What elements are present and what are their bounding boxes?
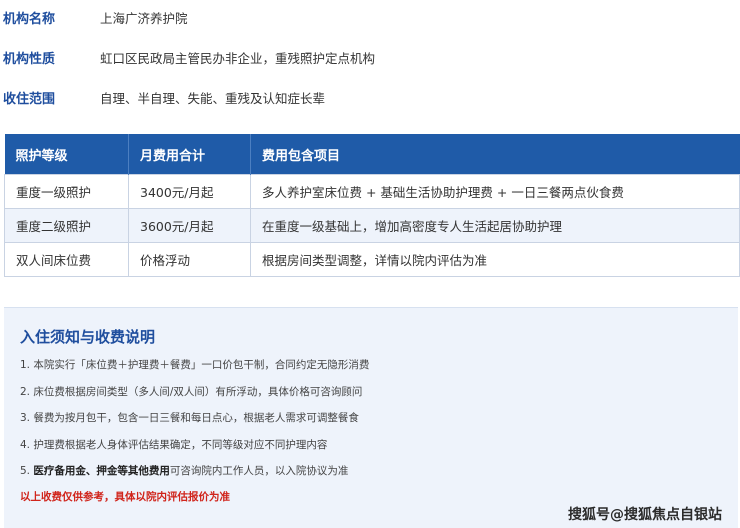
list-item-bold: 医疗备用金、押金等其他费用 xyxy=(33,465,170,477)
price-warning: 以上收费仅供参考，具体以院内评估报价为准 xyxy=(20,491,230,503)
info-label: 机构名称 xyxy=(3,11,56,27)
table-cell: 根据房间类型调整，详情以院内评估为准 xyxy=(250,242,740,277)
info-value: 上海广济养护院 xyxy=(100,10,188,26)
fee-table: 照护等级 月费用合计 费用包含项目 重度一级照护 3400元/月起 多人养护室床… xyxy=(4,134,740,277)
table-cell: 价格浮动 xyxy=(128,242,251,277)
table-cell: 双人间床位费 xyxy=(4,242,129,277)
table-row: 双人间床位费 价格浮动 根据房间类型调整，详情以院内评估为准 xyxy=(4,242,740,277)
table-row: 重度一级照护 3400元/月起 多人养护室床位费 + 基础生活协助护理费 + 一… xyxy=(4,174,740,209)
header-cell: 月费用合计 xyxy=(128,134,251,175)
table-cell: 3400元/月起 xyxy=(128,174,251,209)
info-value: 虹口区民政局主管民办非企业，重残照护定点机构 xyxy=(100,50,376,66)
notice-list: 1. 本院实行「床位费＋护理费＋餐费」一口价包干制，合同约定无隐形消费 2. 床… xyxy=(20,358,369,491)
header-cell: 费用包含项目 xyxy=(250,134,740,175)
table-cell: 在重度一级基础上，增加高密度专人生活起居协助护理 xyxy=(250,208,740,243)
table-cell: 重度二级照护 xyxy=(4,208,129,243)
watermark: 搜狐号@搜狐焦点自银站 xyxy=(568,507,722,523)
header-cell: 照护等级 xyxy=(4,134,129,175)
list-item: 3. 餐费为按月包干，包含一日三餐和每日点心，根据老人需求可调整餐食 xyxy=(20,412,359,424)
info-label: 收住范围 xyxy=(3,91,56,107)
list-item-text: 可咨询院内工作人员，以入院协议为准 xyxy=(169,465,349,477)
table-row: 重度二级照护 3600元/月起 在重度一级基础上，增加高密度专人生活起居协助护理 xyxy=(4,208,740,243)
list-item: 5. 医疗备用金、押金等其他费用可咨询院内工作人员，以入院协议为准 xyxy=(20,464,369,491)
list-item: 4. 护理费根据老人身体评估结果确定，不同等级对应不同护理内容 xyxy=(20,438,328,451)
list-item: 1. 本院实行「床位费＋护理费＋餐费」一口价包干制，合同约定无隐形消费 xyxy=(20,359,370,371)
table-cell: 重度一级照护 xyxy=(4,174,129,209)
list-item: 2. 床位费根据房间类型（多人间/双人间）有所浮动，具体价格可咨询顾问 xyxy=(20,385,363,398)
table-cell: 3600元/月起 xyxy=(128,208,251,243)
info-value: 自理、半自理、失能、重残及认知症长辈 xyxy=(100,90,326,106)
info-label: 机构性质 xyxy=(3,51,56,67)
notice-title: 入住须知与收费说明 xyxy=(20,328,156,346)
list-item-prefix: 5. xyxy=(20,465,34,477)
fee-table-header: 照护等级 月费用合计 费用包含项目 xyxy=(4,134,740,175)
table-cell: 多人养护室床位费 + 基础生活协助护理费 + 一日三餐两点伙食费 xyxy=(250,174,740,209)
notice-box: 入住须知与收费说明 1. 本院实行「床位费＋护理费＋餐费」一口价包干制，合同约定… xyxy=(4,307,738,528)
